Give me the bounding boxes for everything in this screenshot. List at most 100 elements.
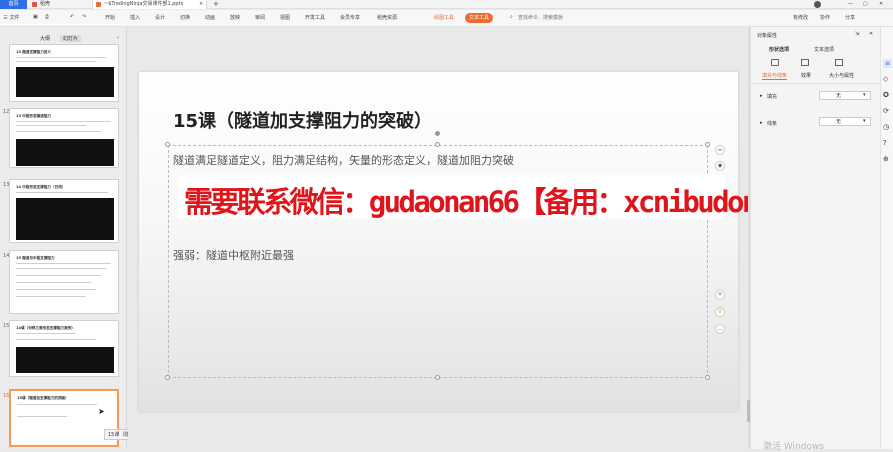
panel-header: 对象属性: [757, 33, 778, 39]
collaborate-button[interactable]: 协作: [820, 14, 830, 21]
thumb-text: [16, 125, 86, 126]
menu-item-member[interactable]: 会员专享: [340, 14, 360, 21]
slide-thumbnail[interactable]: 13 中枢形态隧道阻力: [9, 108, 119, 168]
thumb-chart: [16, 198, 114, 240]
tab-text-options[interactable]: 文本选项: [814, 46, 834, 53]
maximize-icon[interactable]: ▢: [863, 0, 868, 9]
fill-chevron-icon[interactable]: ▾: [863, 92, 866, 98]
menu-item-slideshow[interactable]: 放映: [230, 14, 240, 21]
slide-thumbnail[interactable]: 14课（对称三角形态支撑阻力案例）: [9, 320, 119, 377]
menu-item-developer[interactable]: 开发工具: [305, 14, 325, 21]
home-tab[interactable]: 首页: [0, 0, 27, 9]
thumb-text: [16, 282, 91, 283]
thumb-text: [16, 275, 101, 276]
layer-icon[interactable]: ◈: [715, 161, 725, 171]
subtab-effect[interactable]: 效果: [801, 72, 811, 79]
subtab-fill-line[interactable]: 填充与线条: [762, 72, 788, 80]
thumb-text: [16, 263, 111, 264]
backup-icon[interactable]: ◷: [883, 123, 889, 131]
line-label: 线条: [767, 121, 778, 127]
resize-handle[interactable]: [435, 142, 440, 147]
menu-bar: 三 文件 ▣ ⎙ ↶ ↷ 开始 插入 设计 切换 动画 放映 审阅 视图 开发工…: [0, 10, 893, 27]
slide-body-line-1[interactable]: 隧道满足隧道定义，阻力满足结构，矢量的形态定义，隧道加阻力突破: [173, 152, 514, 168]
help-icon[interactable]: ?: [883, 139, 887, 147]
window-close-icon[interactable]: ✕: [879, 0, 883, 9]
panel-pin-icon[interactable]: ⇲: [855, 31, 859, 37]
fill-expand-icon[interactable]: ▸: [760, 93, 763, 99]
tab-draw-tool[interactable]: 绘图工具: [430, 13, 458, 23]
modified-status[interactable]: 有修改: [793, 14, 808, 21]
resize-handle[interactable]: [165, 375, 170, 380]
thumb-text: [16, 131, 101, 132]
doc-tab[interactable]: ~$TradingNinja交易课件部1.pptx ×: [92, 0, 207, 9]
thumb-text: [16, 57, 106, 58]
idea-icon[interactable]: ♀: [715, 307, 725, 317]
resize-handle[interactable]: [705, 375, 710, 380]
thumb-text: [16, 61, 96, 62]
side-toolbar: ≡ ◇ ✪ ⟳ ◷ ? ⊕: [880, 27, 893, 449]
style-icon[interactable]: ✪: [883, 91, 889, 99]
file-menu[interactable]: 三 文件: [3, 14, 20, 21]
save-icon[interactable]: ▣: [33, 14, 38, 20]
share-button[interactable]: 分享: [845, 14, 855, 21]
menu-item-start[interactable]: 开始: [105, 14, 115, 21]
slide-thumbnail-active[interactable]: 15课（隧道加支撑阻力的突破）: [9, 389, 119, 447]
menu-item-view[interactable]: 视图: [280, 14, 290, 21]
line-chevron-icon[interactable]: ▾: [863, 118, 866, 124]
minus-icon[interactable]: −: [715, 145, 725, 155]
share-side-icon[interactable]: ⊕: [883, 155, 889, 163]
menu-item-transition[interactable]: 切换: [180, 14, 190, 21]
menu-item-daoke[interactable]: 稻壳资源: [377, 14, 397, 21]
property-panel: 对象属性 ✕ ⇲ 形状选项 文本选项 填充与线条 效果 大小与属性 ▸ 填充 无…: [750, 27, 881, 452]
fill-line-icon[interactable]: [771, 59, 779, 66]
animation-icon[interactable]: ⟳: [883, 107, 889, 115]
tab-slides[interactable]: 幻灯片: [60, 35, 82, 42]
subtab-size[interactable]: 大小与属性: [829, 72, 854, 79]
slide-title[interactable]: 15课（隧道加支撑阻力的突破）: [173, 107, 432, 133]
menu-item-design[interactable]: 设计: [155, 14, 165, 21]
thumb-text: [17, 404, 97, 405]
slide-thumbnail[interactable]: 14 中枢形态支撑阻力（日线）: [9, 179, 119, 243]
tab-outline[interactable]: 大纲: [40, 35, 50, 42]
menu-item-review[interactable]: 审阅: [255, 14, 265, 21]
undo-icon[interactable]: ↶: [70, 14, 74, 20]
tab-shape-options[interactable]: 形状选项: [769, 46, 789, 53]
resize-handle[interactable]: [165, 142, 170, 147]
fill-label: 填充: [767, 94, 778, 100]
thumb-text: [16, 333, 76, 334]
slide-thumb-title: 14 中枢形态支撑阻力（日线）: [16, 185, 66, 189]
search-input[interactable]: 查找命令、搜索模板: [518, 14, 563, 21]
size-icon[interactable]: [835, 59, 843, 66]
contact-overlay-banner: 需要联系微信：gudaonan66【备用：xcnibudong0105】: [178, 175, 860, 219]
thumb-text: [16, 296, 86, 297]
new-tab-button[interactable]: +: [213, 0, 219, 9]
line-expand-icon[interactable]: ▸: [760, 120, 763, 126]
redo-icon[interactable]: ↷: [82, 14, 86, 20]
magic-icon[interactable]: ✧: [715, 290, 725, 300]
avatar[interactable]: [814, 1, 821, 8]
divider: [751, 83, 881, 84]
close-icon[interactable]: ×: [199, 0, 203, 9]
menu-item-insert[interactable]: 插入: [130, 14, 140, 21]
rotate-handle[interactable]: [435, 131, 440, 136]
print-icon[interactable]: ⎙: [45, 14, 49, 20]
resize-handle[interactable]: [705, 142, 710, 147]
effect-icon[interactable]: [801, 59, 809, 66]
resize-handle[interactable]: [435, 375, 440, 380]
collapse-panel-icon[interactable]: ‹: [117, 35, 119, 41]
menu-item-animation[interactable]: 动画: [205, 14, 215, 21]
slide-body-line-2[interactable]: 强弱：隧道中枢附近最强: [173, 247, 294, 263]
more-icon[interactable]: …: [715, 324, 725, 334]
minimize-icon[interactable]: —: [848, 0, 853, 9]
thumb-text: [16, 289, 96, 290]
tab-text-tool[interactable]: 文本工具: [465, 13, 494, 23]
thumb-text: [16, 192, 108, 193]
slide[interactable]: 15课（隧道加支撑阻力的突破） 隧道满足隧道定义，阻力满足结构，矢量的形态定义，…: [139, 72, 738, 411]
tab-daoke[interactable]: 稻壳: [40, 0, 50, 9]
panel-close-icon[interactable]: ✕: [869, 31, 873, 37]
property-icon[interactable]: ≡: [883, 59, 892, 68]
select-icon[interactable]: ◇: [883, 75, 888, 83]
slide-thumbnail[interactable]: 13 隧道支撑阻力定义: [9, 44, 119, 102]
doc-tab-label: ~$TradingNinja交易课件部1.pptx: [104, 1, 184, 7]
slide-thumbnail[interactable]: 15 隧道与中枢支撑阻力: [9, 250, 119, 314]
